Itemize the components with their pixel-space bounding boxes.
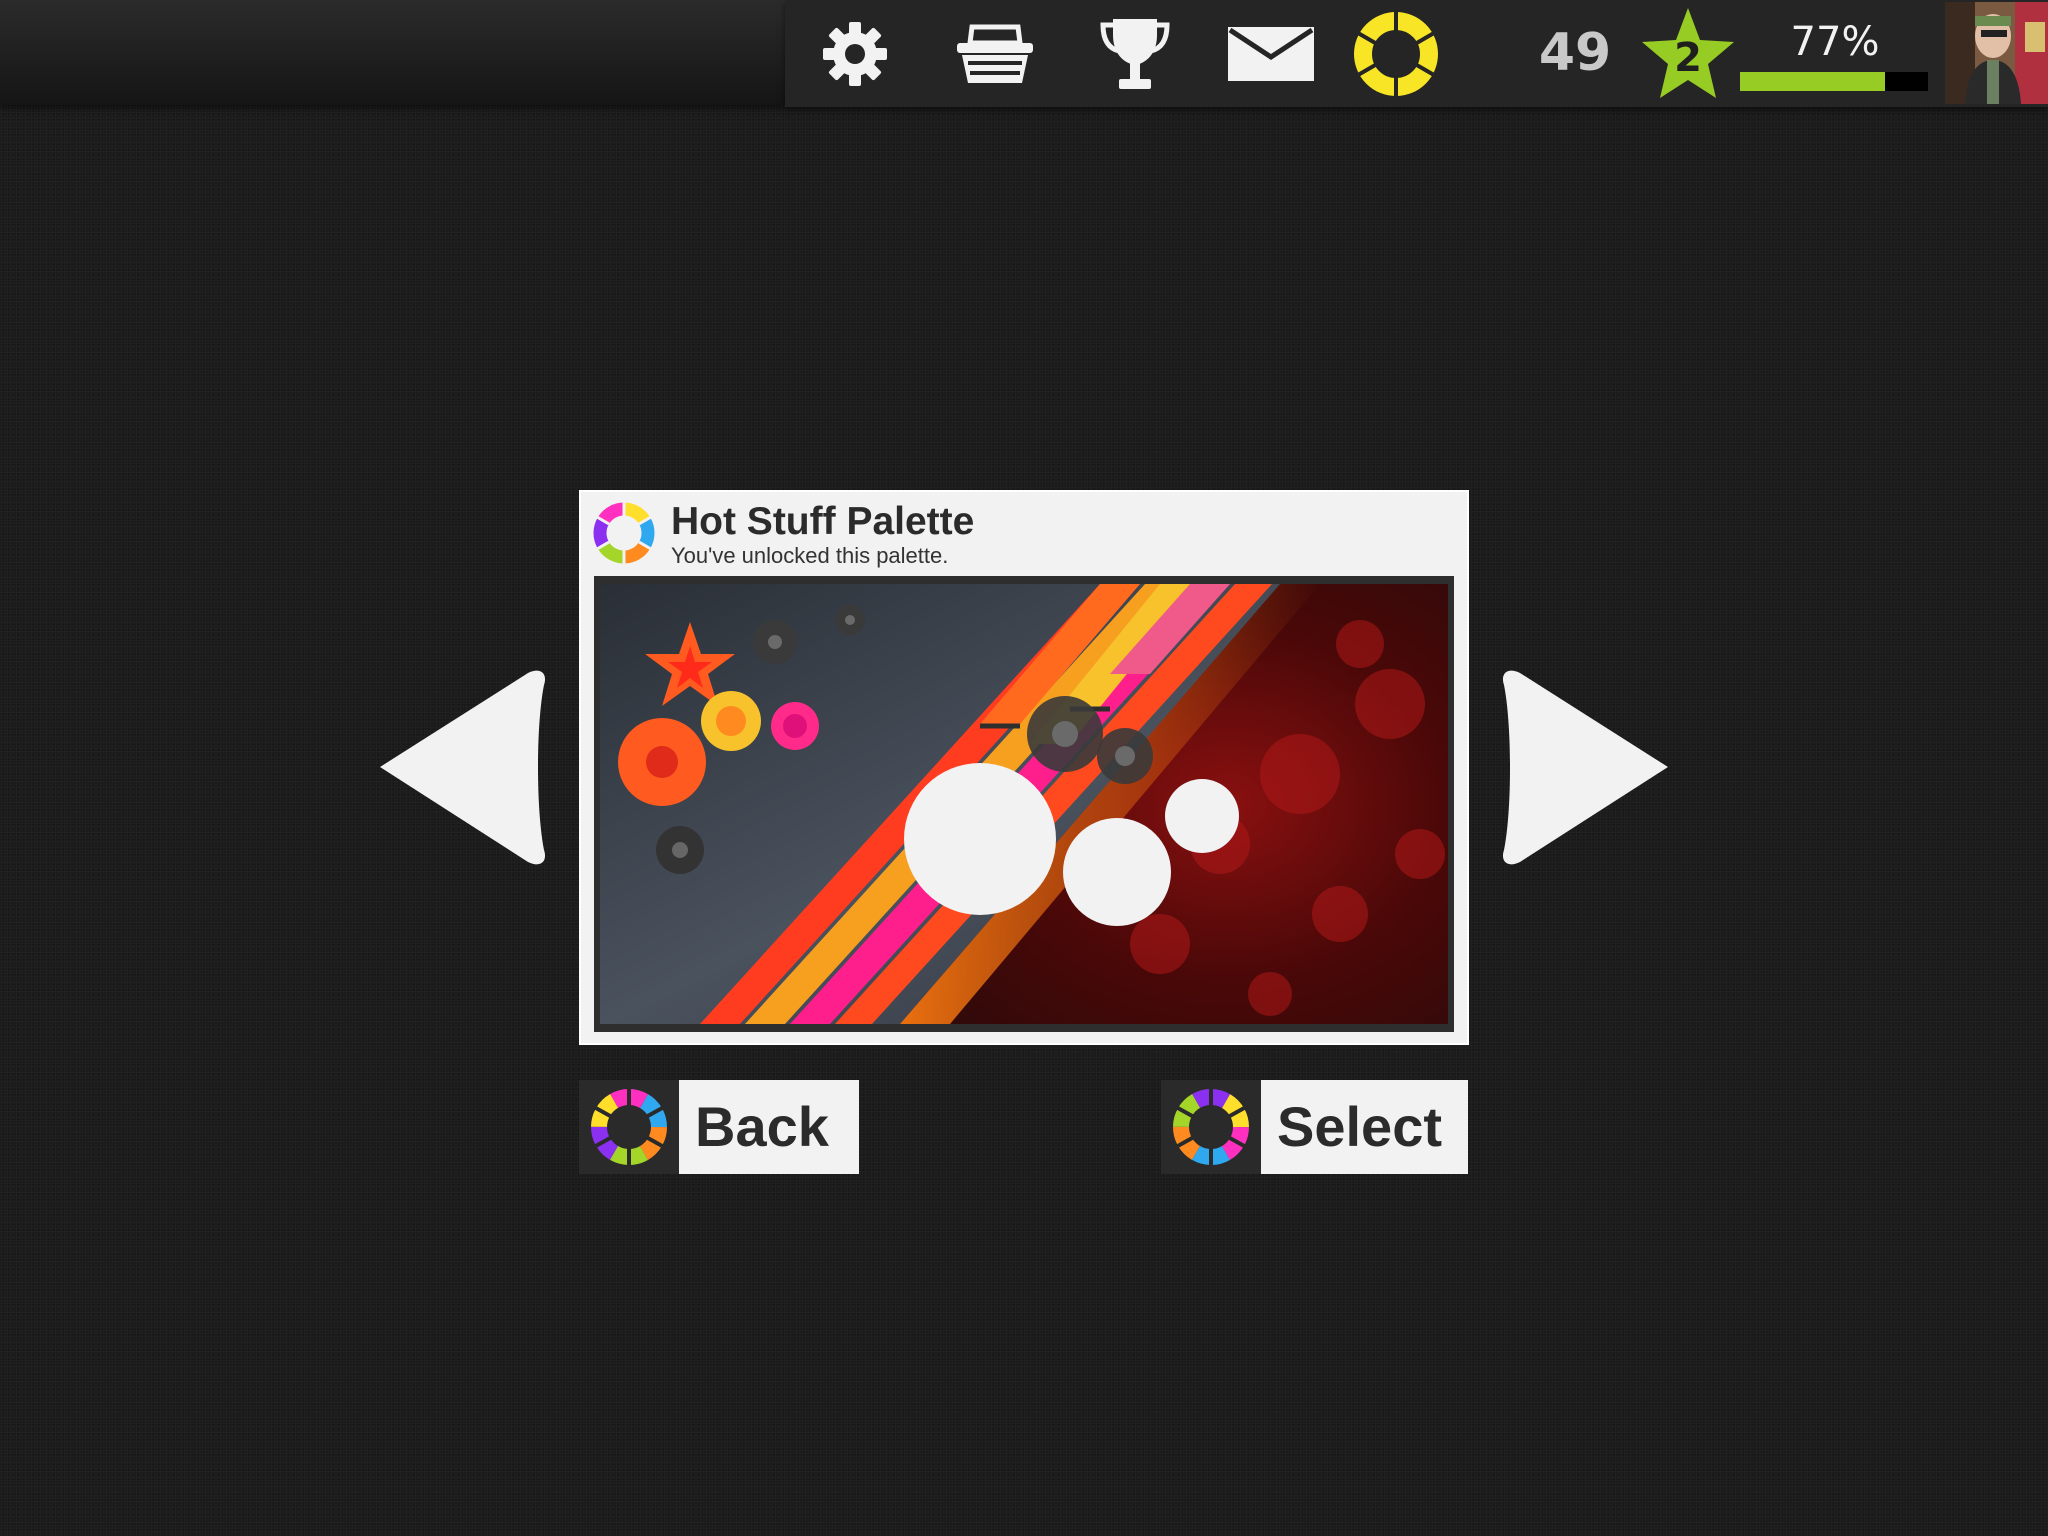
palette-preview-art (600, 584, 1448, 1024)
level-number: 2 (1674, 35, 1702, 81)
back-button-label: Back (695, 1095, 829, 1158)
topbar-left-panel (0, 0, 785, 105)
prev-palette-button[interactable] (378, 665, 548, 870)
trophy-icon (1100, 18, 1170, 89)
palette-card: Hot Stuff Palette You've unlocked this p… (579, 490, 1469, 1045)
mail-button[interactable] (1225, 0, 1317, 107)
palette-wheel-icon (1173, 1087, 1249, 1167)
select-button-icon-box (1161, 1080, 1261, 1174)
gear-icon (823, 21, 887, 86)
select-button[interactable]: Select (1161, 1080, 1468, 1174)
palette-wheel-icon (591, 1087, 667, 1167)
palette-ring-icon (1354, 10, 1438, 97)
next-palette-button[interactable] (1500, 665, 1670, 870)
palette-subtitle: You've unlocked this palette. (671, 543, 949, 568)
coin-count: 49 (1538, 23, 1612, 83)
xp-progress-fill (1740, 72, 1885, 91)
xp-percent: 77% (1790, 19, 1880, 65)
select-button-label: Select (1277, 1095, 1442, 1158)
arrow-right-icon (1502, 670, 1668, 865)
back-button-icon-box (579, 1080, 679, 1174)
settings-button[interactable] (810, 0, 900, 107)
back-button[interactable]: Back (579, 1080, 859, 1174)
achievements-button[interactable] (1090, 0, 1180, 107)
arrow-left-icon (380, 670, 546, 865)
basket-icon (957, 24, 1033, 83)
shop-button[interactable] (948, 0, 1042, 107)
avatar-photo (1945, 2, 2048, 104)
palette-title: Hot Stuff Palette (671, 500, 975, 543)
avatar[interactable] (1945, 2, 2048, 104)
palette-logo-icon (593, 502, 655, 564)
xp-progress-bar (1740, 72, 1928, 91)
palette-preview (594, 576, 1454, 1032)
mail-icon (1228, 26, 1314, 81)
palette-button[interactable] (1350, 0, 1442, 107)
